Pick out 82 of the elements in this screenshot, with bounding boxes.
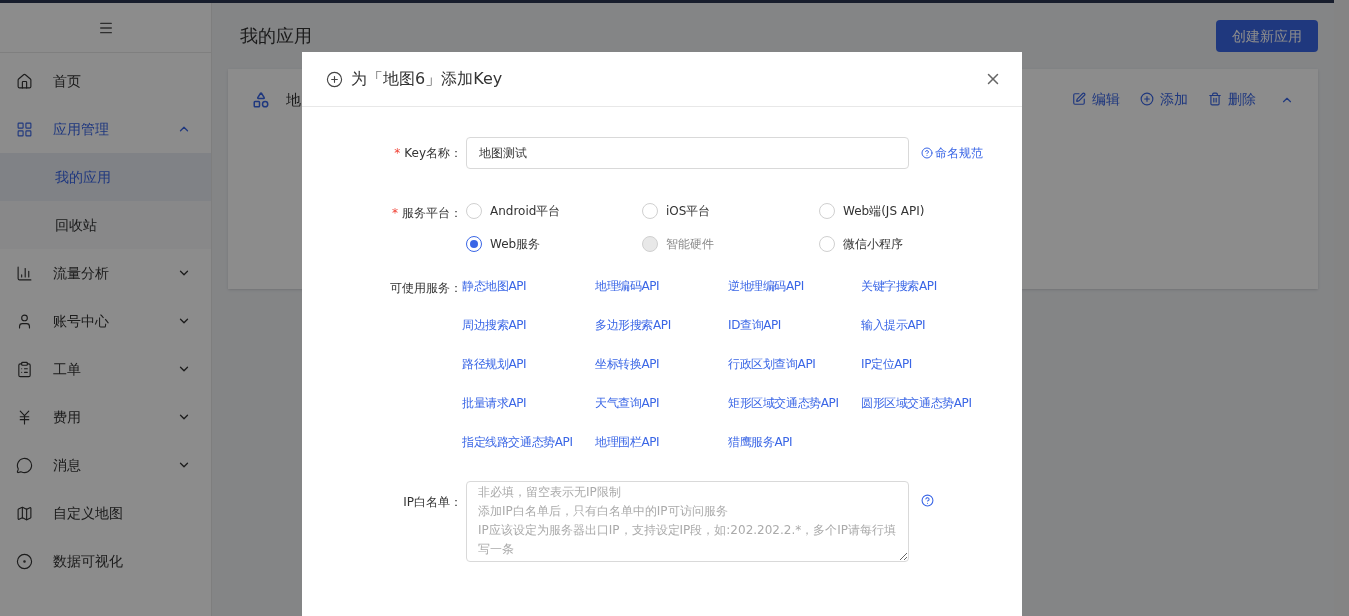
- sidebar-subitem[interactable]: 我的应用: [0, 153, 211, 201]
- placeholder-text: 非必填，留空表示无IP限制: [478, 484, 621, 501]
- help-icon: [921, 147, 933, 159]
- sidebar-item[interactable]: 数据可视化: [0, 537, 211, 585]
- radio-label: 微信小程序: [843, 236, 903, 252]
- add-icon: [1140, 92, 1154, 106]
- field-label: 可使用服务：: [389, 280, 462, 297]
- card-action-link[interactable]: 编辑: [1072, 89, 1120, 109]
- trash-icon: [1208, 92, 1222, 106]
- service-link[interactable]: 行政区划查询API: [728, 356, 861, 372]
- map-icon: [16, 504, 33, 522]
- sidebar-item[interactable]: 账号中心: [0, 297, 211, 345]
- add-icon: [326, 70, 343, 88]
- radio-label: Web端(JS API): [843, 203, 925, 219]
- sidebar-label: 消息: [53, 456, 82, 475]
- required-mark: *: [394, 146, 401, 160]
- message-icon: [16, 456, 33, 474]
- service-link[interactable]: 指定线路交通态势API: [462, 434, 595, 450]
- sidebar-label: 账号中心: [53, 312, 110, 331]
- key-name-input[interactable]: 地图测试: [466, 137, 909, 169]
- dialog-title: 为「地图6」添加Key: [351, 68, 504, 90]
- sidebar-item[interactable]: 费用: [0, 393, 211, 441]
- sidebar-item[interactable]: 自定义地图: [0, 489, 211, 537]
- edit-icon: [1072, 92, 1086, 106]
- sidebar-item[interactable]: 首页: [0, 57, 211, 105]
- service-link[interactable]: 坐标转换API: [595, 356, 728, 372]
- sidebar-label: 流量分析: [53, 264, 110, 283]
- create-app-button[interactable]: 创建新应用: [1216, 20, 1318, 52]
- service-link[interactable]: 输入提示API: [861, 317, 994, 333]
- placeholder-text: IP应该设定为服务器出口IP，支持设定IP段，如:202.202.2.*，多个IP请每行填写一条: [478, 522, 898, 558]
- service-link[interactable]: 猎鹰服务API: [728, 434, 861, 450]
- grid-icon: [16, 120, 33, 138]
- radio-label: Web服务: [490, 236, 541, 252]
- service-link[interactable]: 地理编码API: [595, 278, 728, 294]
- radio-label: 智能硬件: [666, 236, 714, 252]
- service-link[interactable]: 地理围栏API: [595, 434, 728, 450]
- sidebar-item[interactable]: 工单: [0, 345, 211, 393]
- user-icon: [16, 312, 33, 330]
- sidebar-label: 工单: [53, 360, 82, 379]
- service-link[interactable]: ID查询API: [728, 317, 861, 333]
- app-icon: [252, 91, 270, 109]
- app-name: 地: [286, 90, 301, 111]
- platform-radio[interactable]: Web端(JS API): [819, 203, 989, 219]
- page-title: 我的应用: [239, 24, 312, 48]
- help-icon[interactable]: [921, 494, 934, 507]
- service-link[interactable]: 批量请求API: [462, 395, 595, 411]
- radio-label: Android平台: [490, 203, 561, 219]
- placeholder-text: 添加IP白名单后，只有白名单中的IP可访问服务: [478, 503, 728, 520]
- sidebar-label: 应用管理: [53, 120, 110, 139]
- sidebar-label: 首页: [53, 72, 82, 91]
- home-icon: [16, 72, 33, 90]
- service-link[interactable]: 周边搜索API: [462, 317, 595, 333]
- platform-radio[interactable]: Android平台: [466, 203, 642, 219]
- service-link[interactable]: 路径规划API: [462, 356, 595, 372]
- field-label: IP白名单：: [402, 494, 462, 511]
- service-link[interactable]: 静态地图API: [462, 278, 595, 294]
- field-label-text: 服务平台：: [402, 206, 462, 220]
- clipboard-icon: [16, 360, 33, 378]
- sidebar-label: 自定义地图: [53, 504, 124, 523]
- sidebar-item[interactable]: 应用管理: [0, 105, 211, 153]
- service-link[interactable]: 圆形区域交通态势API: [861, 395, 994, 411]
- card-action-link[interactable]: 添加: [1140, 89, 1188, 109]
- platform-radio[interactable]: 微信小程序: [819, 236, 989, 252]
- service-link[interactable]: 关键字搜索API: [861, 278, 994, 294]
- naming-rules-link[interactable]: 命名规范: [921, 145, 983, 161]
- sidebar-label: 数据可视化: [53, 552, 124, 571]
- field-label-text: Key名称：: [404, 146, 462, 160]
- sidebar-item[interactable]: 流量分析: [0, 249, 211, 297]
- service-link[interactable]: 多边形搜索API: [595, 317, 728, 333]
- card-action-link[interactable]: 删除: [1208, 89, 1256, 109]
- sidebar-item[interactable]: 消息: [0, 441, 211, 489]
- radio-label: iOS平台: [666, 203, 711, 219]
- sidebar-label: 费用: [53, 408, 82, 427]
- service-link[interactable]: 逆地理编码API: [728, 278, 861, 294]
- chart-icon: [16, 264, 33, 282]
- service-link[interactable]: 天气查询API: [595, 395, 728, 411]
- required-mark: *: [392, 206, 398, 220]
- platform-radio[interactable]: iOS平台: [642, 203, 819, 219]
- sidebar-subitem[interactable]: 回收站: [0, 201, 211, 249]
- service-link[interactable]: 矩形区域交通态势API: [728, 395, 861, 411]
- platform-radio[interactable]: Web服务: [466, 236, 642, 252]
- service-link[interactable]: IP定位API: [861, 356, 994, 372]
